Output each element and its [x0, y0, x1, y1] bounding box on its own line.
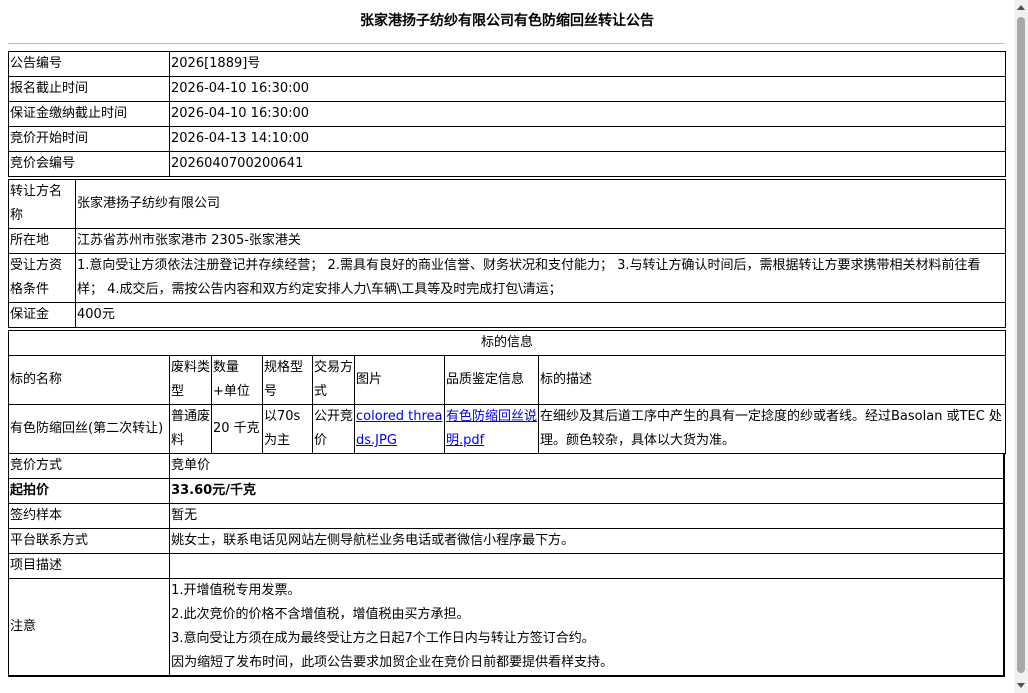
scroll-down-arrow-icon[interactable]	[1017, 683, 1025, 688]
registration-deadline-value: 2026-04-10 16:30:00	[169, 76, 1006, 102]
table-row: 报名截止时间 2026-04-10 16:30:00	[8, 76, 1006, 102]
lot-spec: 以70s为主	[262, 404, 313, 454]
location-label: 所在地	[8, 228, 76, 254]
lot-section-title: 标的信息	[7, 330, 1007, 356]
header-trade-method: 交易方式	[312, 355, 355, 405]
table-row: 受让方资格条件 1.意向受让方须依法注册登记并存续经营； 2.需具有良好的商业信…	[8, 253, 1006, 303]
table-row: 公告编号 2026[1889]号	[8, 51, 1006, 77]
table-row: 平台联系方式 姚女士，联系电话见网站左侧导航栏业务电话或者微信小程序最下方。	[7, 528, 1005, 554]
header-lot-name: 标的名称	[8, 355, 170, 405]
header-description: 标的描述	[537, 355, 1007, 405]
table-row: 标的信息	[7, 330, 1007, 356]
lot-info-table: 标的信息 标的名称 废料类型 数量+单位 规格型号 交易方式 图片 品质鉴定信息…	[7, 330, 1007, 454]
notes-label: 注意	[7, 578, 171, 677]
bidding-start-value: 2026-04-13 14:10:00	[169, 126, 1006, 152]
table-row: 竞价方式 竞单价	[7, 453, 1005, 479]
bid-method-label: 竞价方式	[7, 453, 171, 479]
start-price-value: 33.60元/千克	[169, 478, 1005, 504]
scroll-up-arrow-icon[interactable]	[1017, 5, 1025, 10]
lot-quality-cell: 有色防缩回丝说明.pdf	[444, 404, 539, 454]
scrollbar-thumb[interactable]	[1017, 17, 1025, 673]
registration-deadline-label: 报名截止时间	[8, 76, 170, 102]
lot-quality-link[interactable]: 有色防缩回丝说明.pdf	[446, 409, 537, 448]
table-row: 签约样本 暂无	[7, 503, 1005, 529]
header-waste-type: 废料类型	[169, 355, 212, 405]
announcement-number-label: 公告编号	[8, 51, 170, 77]
deposit-deadline-value: 2026-04-10 16:30:00	[169, 101, 1006, 127]
note-item: 3.意向受让方须在成为最终受让方之日起7个工作日内与转让方签订合约。	[171, 631, 595, 646]
title-divider	[8, 43, 1004, 44]
lot-image-link[interactable]: colored threads.JPG	[356, 409, 442, 448]
platform-contact-label: 平台联系方式	[7, 528, 171, 554]
transferor-name-label: 转让方名称	[8, 179, 76, 229]
table-row: 竞价开始时间 2026-04-13 14:10:00	[8, 126, 1006, 152]
contract-sample-value: 暂无	[169, 503, 1005, 529]
lot-image-cell: colored threads.JPG	[354, 404, 445, 454]
bidding-info-table: 竞价方式 竞单价 起拍价 33.60元/千克 签约样本 暂无 平台联系方式 姚女…	[7, 453, 1005, 677]
header-quantity: 数量+单位	[211, 355, 263, 405]
header-quality: 品质鉴定信息	[444, 355, 539, 405]
lot-description: 在细纱及其后道工序中产生的具有一定捻度的纱或者线。经过Basolan 或TEC …	[537, 404, 1007, 454]
table-row: 转让方名称 张家港扬子纺纱有限公司	[8, 179, 1006, 229]
table-row: 注意 1.开增值税专用发票。 2.此次竞价的价格不含增值税，增值税由买方承担。 …	[7, 578, 1005, 677]
header-spec: 规格型号	[262, 355, 313, 405]
announcement-info-table: 公告编号 2026[1889]号 报名截止时间 2026-04-10 16:30…	[8, 51, 1006, 177]
table-row: 保证金 400元	[8, 302, 1006, 328]
note-item: 1.开增值税专用发票。	[171, 583, 301, 598]
announcement-content: 公告编号 2026[1889]号 报名截止时间 2026-04-10 16:30…	[7, 51, 1007, 677]
table-row: 保证金缴纳截止时间 2026-04-10 16:30:00	[8, 101, 1006, 127]
table-row: 起拍价 33.60元/千克	[7, 478, 1005, 504]
project-description-value	[169, 553, 1005, 579]
lot-name: 有色防缩回丝(第二次转让)	[8, 404, 170, 454]
deposit-label: 保证金	[8, 302, 76, 328]
note-item: 因为缩短了发布时间，此项公告要求加贸企业在竞价日前都要提供看样支持。	[171, 655, 614, 670]
deposit-deadline-label: 保证金缴纳截止时间	[8, 101, 170, 127]
note-item: 2.此次竞价的价格不含增值税，增值税由买方承担。	[171, 607, 470, 622]
lot-trade-method: 公开竞价	[312, 404, 355, 454]
announcement-number-value: 2026[1889]号	[169, 51, 1006, 77]
transferor-name-value: 张家港扬子纺纱有限公司	[75, 179, 1006, 229]
qualification-label: 受让方资格条件	[8, 253, 76, 303]
notes-value: 1.开增值税专用发票。 2.此次竞价的价格不含增值税，增值税由买方承担。 3.意…	[169, 578, 1005, 677]
transferor-info-table: 转让方名称 张家港扬子纺纱有限公司 所在地 江苏省苏州市张家港市 2305-张家…	[8, 179, 1006, 328]
start-price-label: 起拍价	[7, 478, 171, 504]
table-row: 有色防缩回丝(第二次转让) 普通废料 20 千克 以70s为主 公开竞价 col…	[8, 404, 1007, 454]
project-description-label: 项目描述	[7, 553, 171, 579]
bidding-start-label: 竞价开始时间	[8, 126, 170, 152]
contract-sample-label: 签约样本	[7, 503, 171, 529]
header-image: 图片	[354, 355, 445, 405]
lot-waste-type: 普通废料	[169, 404, 212, 454]
page-title: 张家港扬子纺纱有限公司有色防缩回丝转让公告	[360, 13, 654, 29]
vertical-scrollbar[interactable]	[1014, 0, 1028, 693]
table-row: 标的名称 废料类型 数量+单位 规格型号 交易方式 图片 品质鉴定信息 标的描述	[8, 355, 1007, 405]
auction-number-label: 竞价会编号	[8, 151, 170, 177]
deposit-value: 400元	[75, 302, 1006, 328]
table-row: 项目描述	[7, 553, 1005, 579]
auction-number-value: 2026040700200641	[169, 151, 1006, 177]
platform-contact-value: 姚女士，联系电话见网站左侧导航栏业务电话或者微信小程序最下方。	[169, 528, 1005, 554]
bid-method-value: 竞单价	[169, 453, 1005, 479]
location-value: 江苏省苏州市张家港市 2305-张家港关	[75, 228, 1006, 254]
table-row: 竞价会编号 2026040700200641	[8, 151, 1006, 177]
table-row: 所在地 江苏省苏州市张家港市 2305-张家港关	[8, 228, 1006, 254]
qualification-value: 1.意向受让方须依法注册登记并存续经营； 2.需具有良好的商业信誉、财务状况和支…	[75, 253, 1006, 303]
lot-quantity: 20 千克	[211, 404, 263, 454]
